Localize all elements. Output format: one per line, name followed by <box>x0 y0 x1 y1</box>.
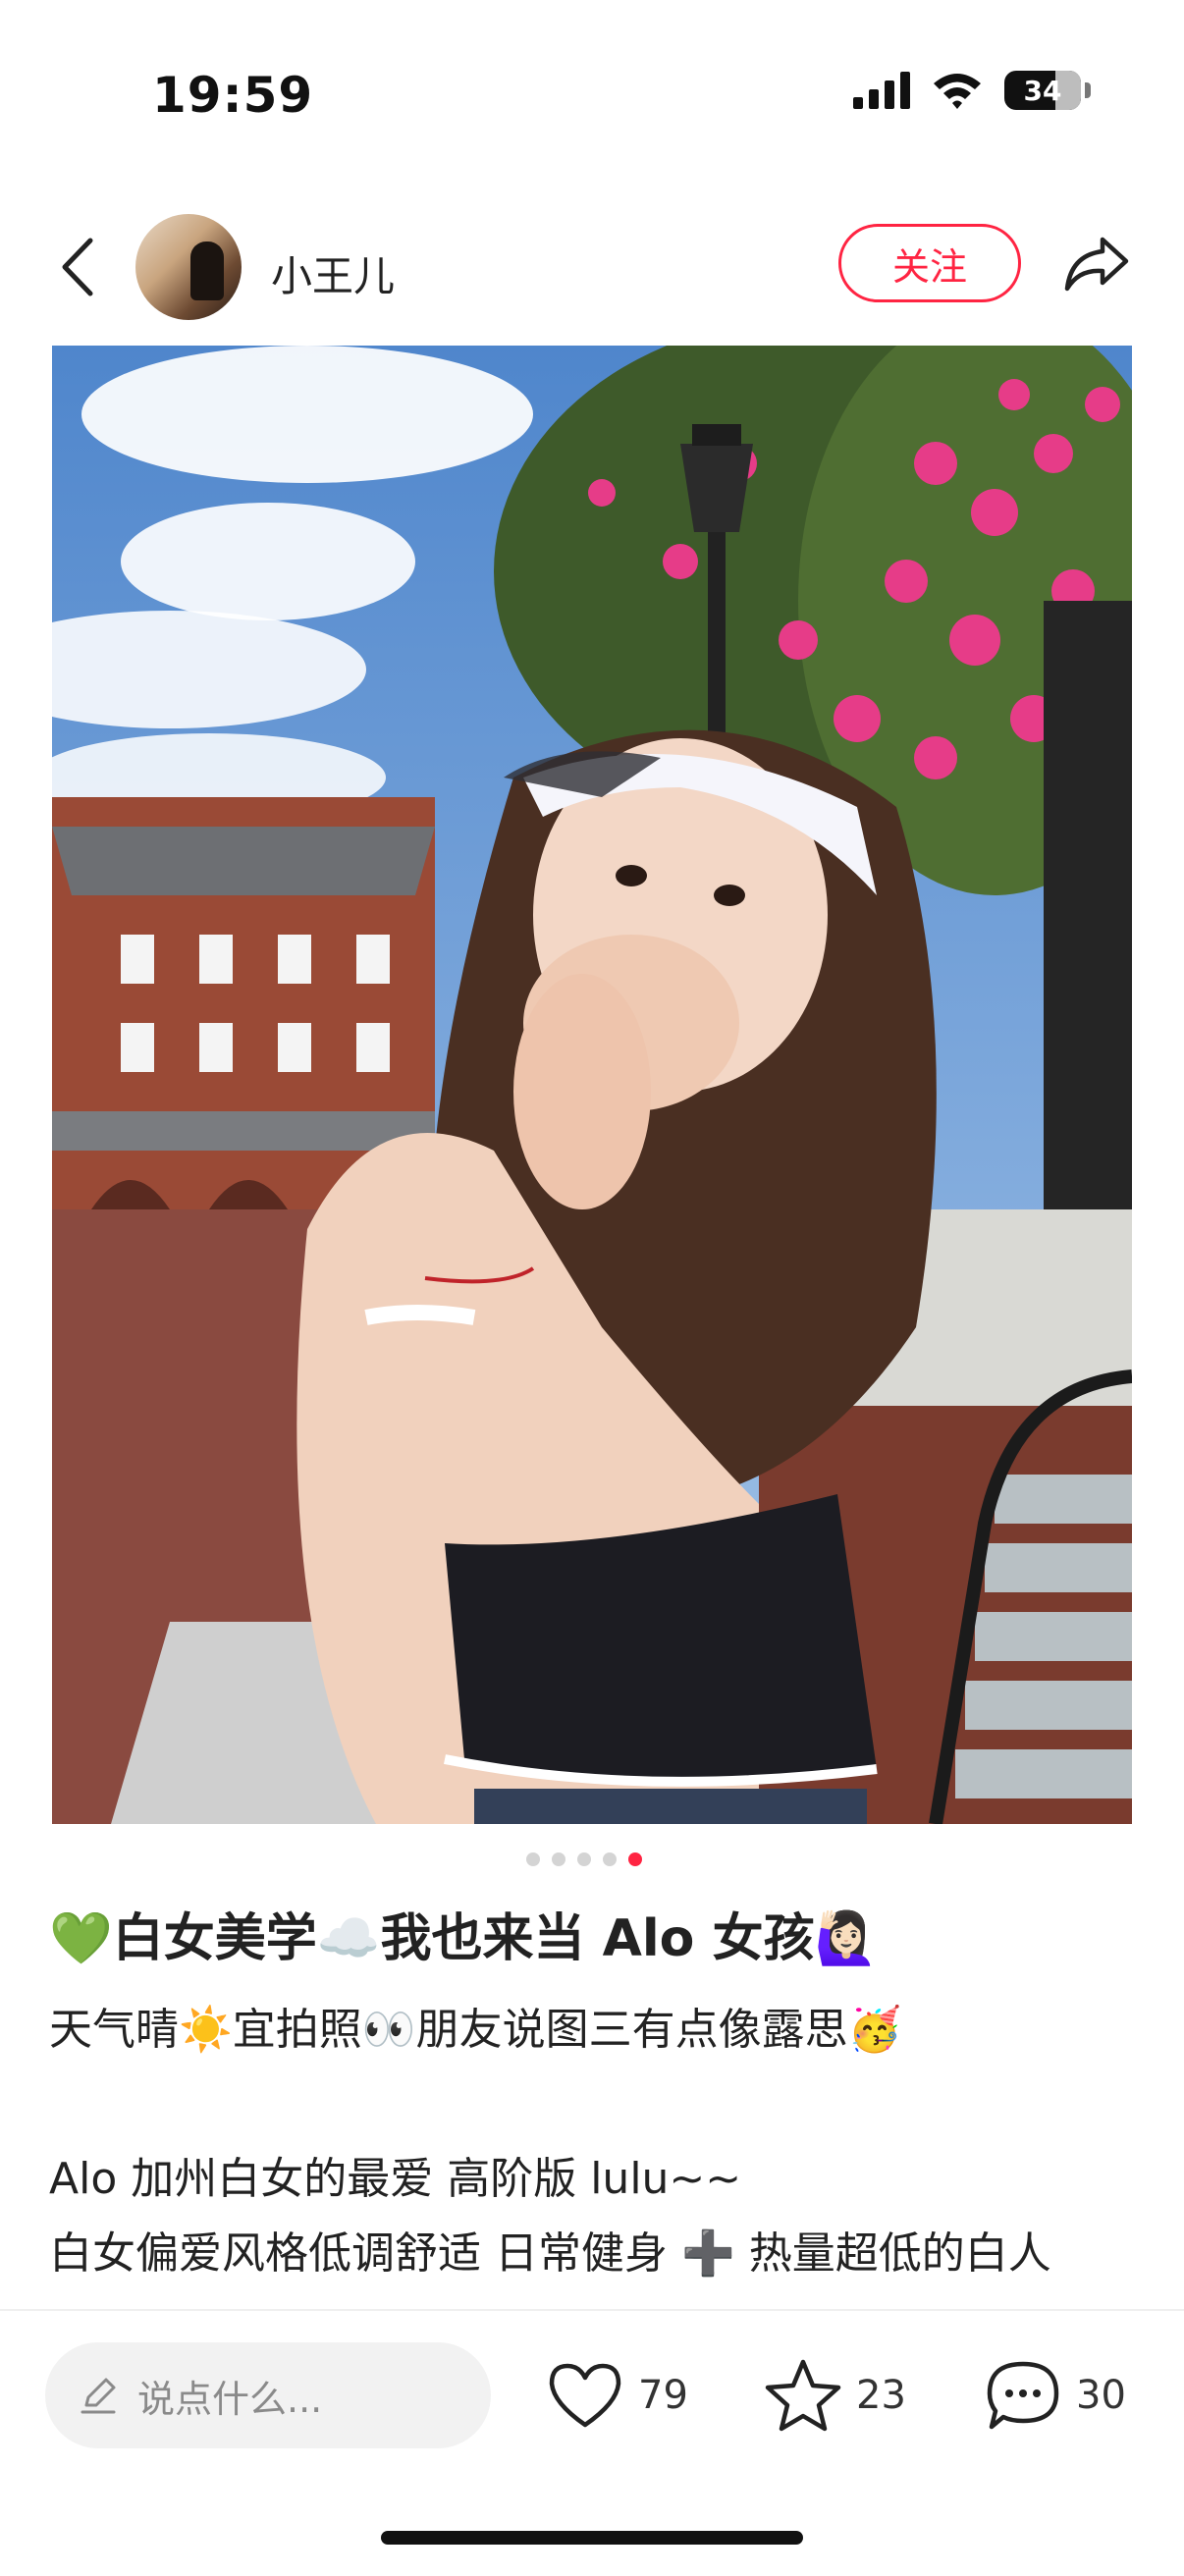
comment-button[interactable]: 30 <box>984 2354 1126 2437</box>
carousel-dot <box>577 1852 591 1866</box>
pencil-icon <box>77 2374 120 2417</box>
photo-illustration <box>52 346 1132 1824</box>
cellular-signal-icon <box>853 72 910 109</box>
post-photo[interactable] <box>52 346 1132 1824</box>
carousel-indicator <box>526 1852 642 1866</box>
avatar[interactable] <box>135 214 242 320</box>
carousel-dot <box>603 1852 617 1866</box>
comment-bubble-icon <box>987 2361 1059 2430</box>
like-button[interactable]: 79 <box>546 2354 688 2437</box>
status-icons: 34 <box>853 71 1091 110</box>
comment-placeholder: 说点什么... <box>137 2377 323 2421</box>
status-time: 19:59 <box>152 67 314 124</box>
back-button[interactable] <box>47 228 106 306</box>
nav-bar: 小王儿 关注 <box>0 206 1184 324</box>
follow-button[interactable]: 关注 <box>838 224 1021 302</box>
comment-count: 30 <box>1076 2373 1126 2418</box>
wifi-icon <box>934 74 981 109</box>
star-icon <box>765 2359 841 2432</box>
collect-count: 23 <box>856 2373 906 2418</box>
carousel-dot-active <box>628 1852 642 1866</box>
comment-input[interactable]: 说点什么... <box>45 2342 491 2448</box>
carousel-dot <box>552 1852 565 1866</box>
post-body-line: 白女偏爱风格低调舒适 日常健身 ➕ 热量超低的白人 <box>49 2228 1051 2279</box>
home-indicator <box>381 2531 803 2545</box>
like-count: 79 <box>638 2373 688 2418</box>
status-bar: 19:59 34 <box>0 0 1184 187</box>
post-body: 天气晴☀️宜拍照👀朋友说图三有点像露思🥳 Alo 加州白女的最爱 高阶版 lul… <box>49 1993 1139 2317</box>
post-body-line: Alo 加州白女的最爱 高阶版 lulu~~ <box>49 2154 742 2204</box>
post-body-spacer <box>49 2067 1139 2142</box>
battery-icon: 34 <box>1004 71 1081 110</box>
share-icon <box>1064 237 1129 292</box>
carousel-dot <box>526 1852 540 1866</box>
battery-tip <box>1085 82 1091 98</box>
post-body-line: 天气晴☀️宜拍照👀朋友说图三有点像露思🥳 <box>49 2005 902 2055</box>
heart-icon <box>549 2363 621 2428</box>
collect-button[interactable]: 23 <box>764 2354 906 2437</box>
battery-level: 34 <box>1023 74 1062 107</box>
post-title: 💚白女美学☁️我也来当 Alo 女孩🙋🏻‍♀️ <box>49 1909 879 1968</box>
author-name[interactable]: 小王儿 <box>271 243 395 303</box>
share-button[interactable] <box>1062 230 1131 298</box>
chevron-left-icon <box>62 238 93 296</box>
